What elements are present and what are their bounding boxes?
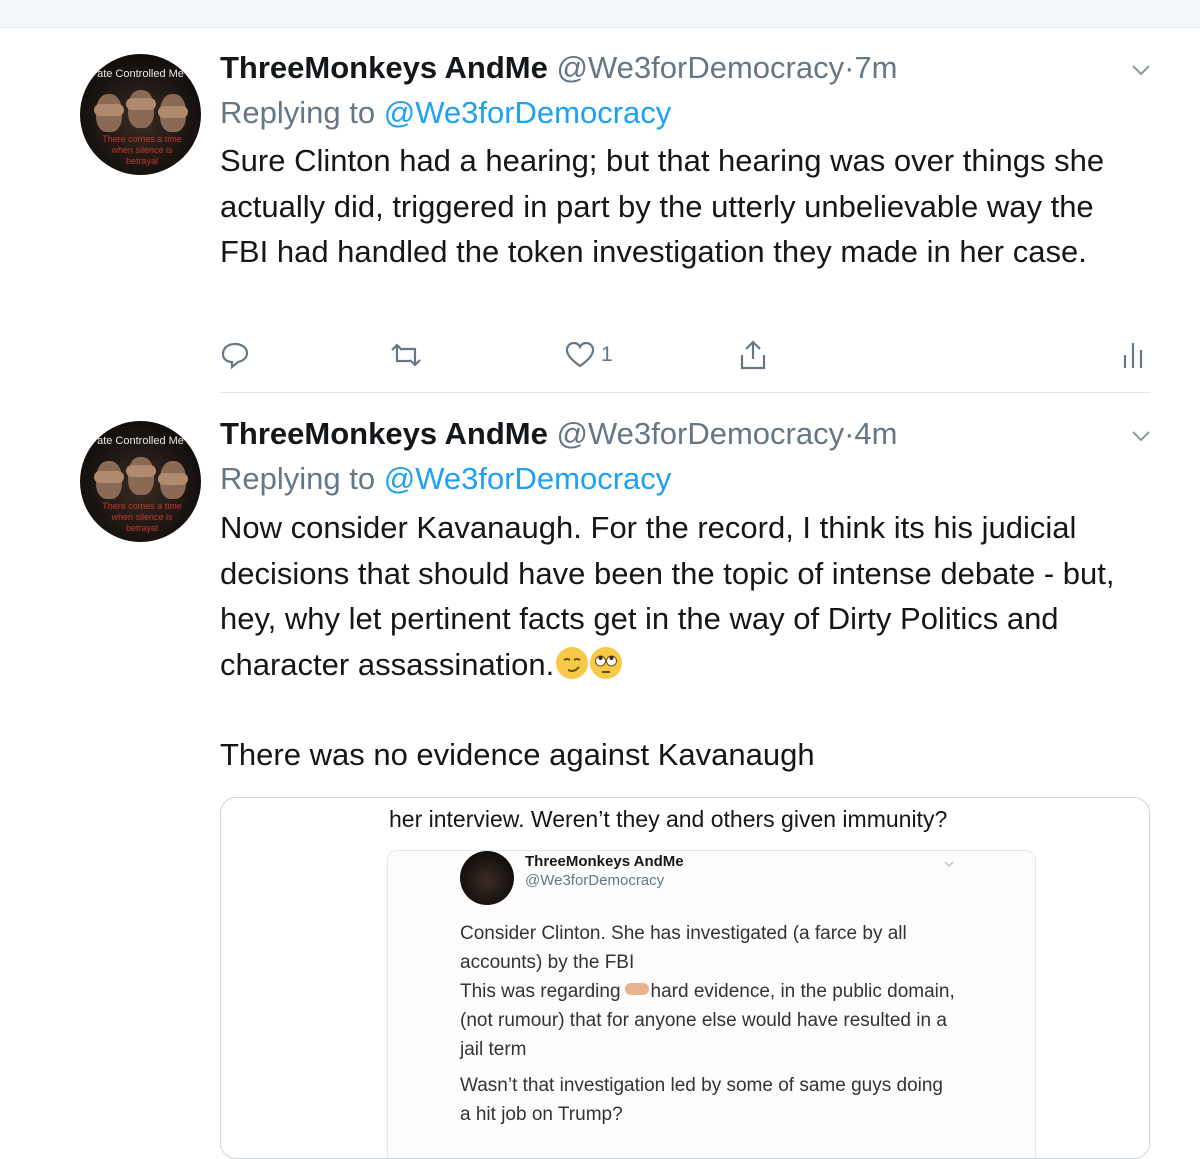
author-handle[interactable]: @We3forDemocracy — [557, 416, 845, 451]
tweet-actions: 1 — [0, 335, 1200, 375]
top-bar — [0, 0, 1200, 28]
retweet-button[interactable] — [388, 335, 424, 375]
replying-to: Replying to @We3forDemocracy — [220, 461, 671, 497]
avatar-caption: There comes a time when silence is betra… — [102, 501, 182, 533]
pointing-hand-icon — [624, 983, 649, 995]
rolling-eyes-emoji-icon — [590, 646, 623, 679]
timestamp[interactable]: 4m — [854, 416, 897, 451]
avatar-hand — [158, 473, 188, 485]
embedded-line: jail term — [460, 1039, 527, 1060]
embedded-line-part: This was regarding — [460, 981, 621, 1002]
tweet-header: ThreeMonkeys AndMe @We3forDemocracy·7m — [220, 50, 898, 86]
avatar-banner-text: ate Controlled Me — [97, 68, 184, 80]
embedded-line: a hit job on Trump? — [460, 1104, 623, 1125]
avatar-hand — [158, 106, 188, 118]
chevron-down-icon[interactable] — [1130, 425, 1152, 447]
tweet-text: Sure Clinton had a hearing; but that hea… — [220, 143, 1105, 269]
embedded-author-handle: @We3forDemocracy — [525, 872, 665, 889]
tweet-text-second: There was no evidence against Kavanaugh — [220, 737, 815, 772]
avatar-hand — [126, 465, 156, 477]
tweet-divider — [220, 392, 1150, 393]
tweet-text-block: Now consider Kavanaugh. For the record, … — [220, 505, 1150, 778]
tweet-header: ThreeMonkeys AndMe @We3forDemocracy·4m — [220, 416, 898, 452]
author-name[interactable]: ThreeMonkeys AndMe — [220, 50, 548, 85]
replying-prefix: Replying to — [220, 461, 376, 496]
avatar[interactable]: ate Controlled Me There comes a time whe… — [80, 54, 201, 175]
avatar-caption: There comes a time when silence is betra… — [102, 134, 182, 166]
embedded-author-name: ThreeMonkeys AndMe — [525, 853, 684, 870]
like-button[interactable]: 1 — [565, 335, 613, 375]
heart-icon — [565, 341, 595, 368]
retweet-icon — [391, 343, 421, 367]
embedded-chevron-icon — [944, 861, 954, 867]
embedded-line: This was regarding hard evidence, in the … — [460, 977, 980, 1006]
smirking-face-emoji-icon — [556, 646, 589, 679]
embedded-line-part: hard evidence, in the public domain, — [650, 981, 955, 1002]
chevron-down-icon[interactable] — [1130, 59, 1152, 81]
tweet-text: Now consider Kavanaugh. For the record, … — [220, 510, 1115, 682]
share-button[interactable] — [738, 335, 768, 375]
embedded-line: Wasn’t that investigation led by some of… — [460, 1075, 943, 1096]
embedded-tweet-screenshot: ThreeMonkeys AndMe @We3forDemocracy Cons… — [387, 850, 1036, 1158]
separator-dot: · — [844, 50, 855, 85]
replying-mention-link[interactable]: @We3forDemocracy — [384, 461, 672, 496]
embedded-line: Consider Clinton. She has investigated (… — [460, 923, 907, 944]
replying-to: Replying to @We3forDemocracy — [220, 95, 671, 131]
avatar[interactable]: ate Controlled Me There comes a time whe… — [80, 421, 201, 542]
avatar-hand — [126, 98, 156, 110]
replying-mention-link[interactable]: @We3forDemocracy — [384, 95, 672, 130]
cut-off-text: her interview. Weren’t they and others g… — [389, 806, 948, 832]
embedded-line: accounts) by the FBI — [460, 952, 635, 973]
analytics-button[interactable] — [1122, 335, 1144, 375]
like-count: 1 — [601, 343, 613, 366]
separator-dot: · — [844, 416, 855, 451]
reply-button[interactable] — [220, 335, 250, 375]
avatar-hand — [94, 104, 124, 116]
share-icon — [740, 340, 766, 370]
replying-prefix: Replying to — [220, 95, 376, 130]
attached-image-card[interactable]: her interview. Weren’t they and others g… — [220, 797, 1150, 1159]
timestamp[interactable]: 7m — [854, 50, 897, 85]
author-handle[interactable]: @We3forDemocracy — [557, 50, 845, 85]
analytics-icon — [1123, 343, 1143, 368]
embedded-avatar — [460, 851, 514, 905]
author-name[interactable]: ThreeMonkeys AndMe — [220, 416, 548, 451]
reply-icon — [221, 342, 249, 370]
avatar-hand — [94, 471, 124, 483]
avatar-banner-text: ate Controlled Me — [97, 435, 184, 447]
embedded-line: (not rumour) that for anyone else would … — [460, 1010, 947, 1031]
